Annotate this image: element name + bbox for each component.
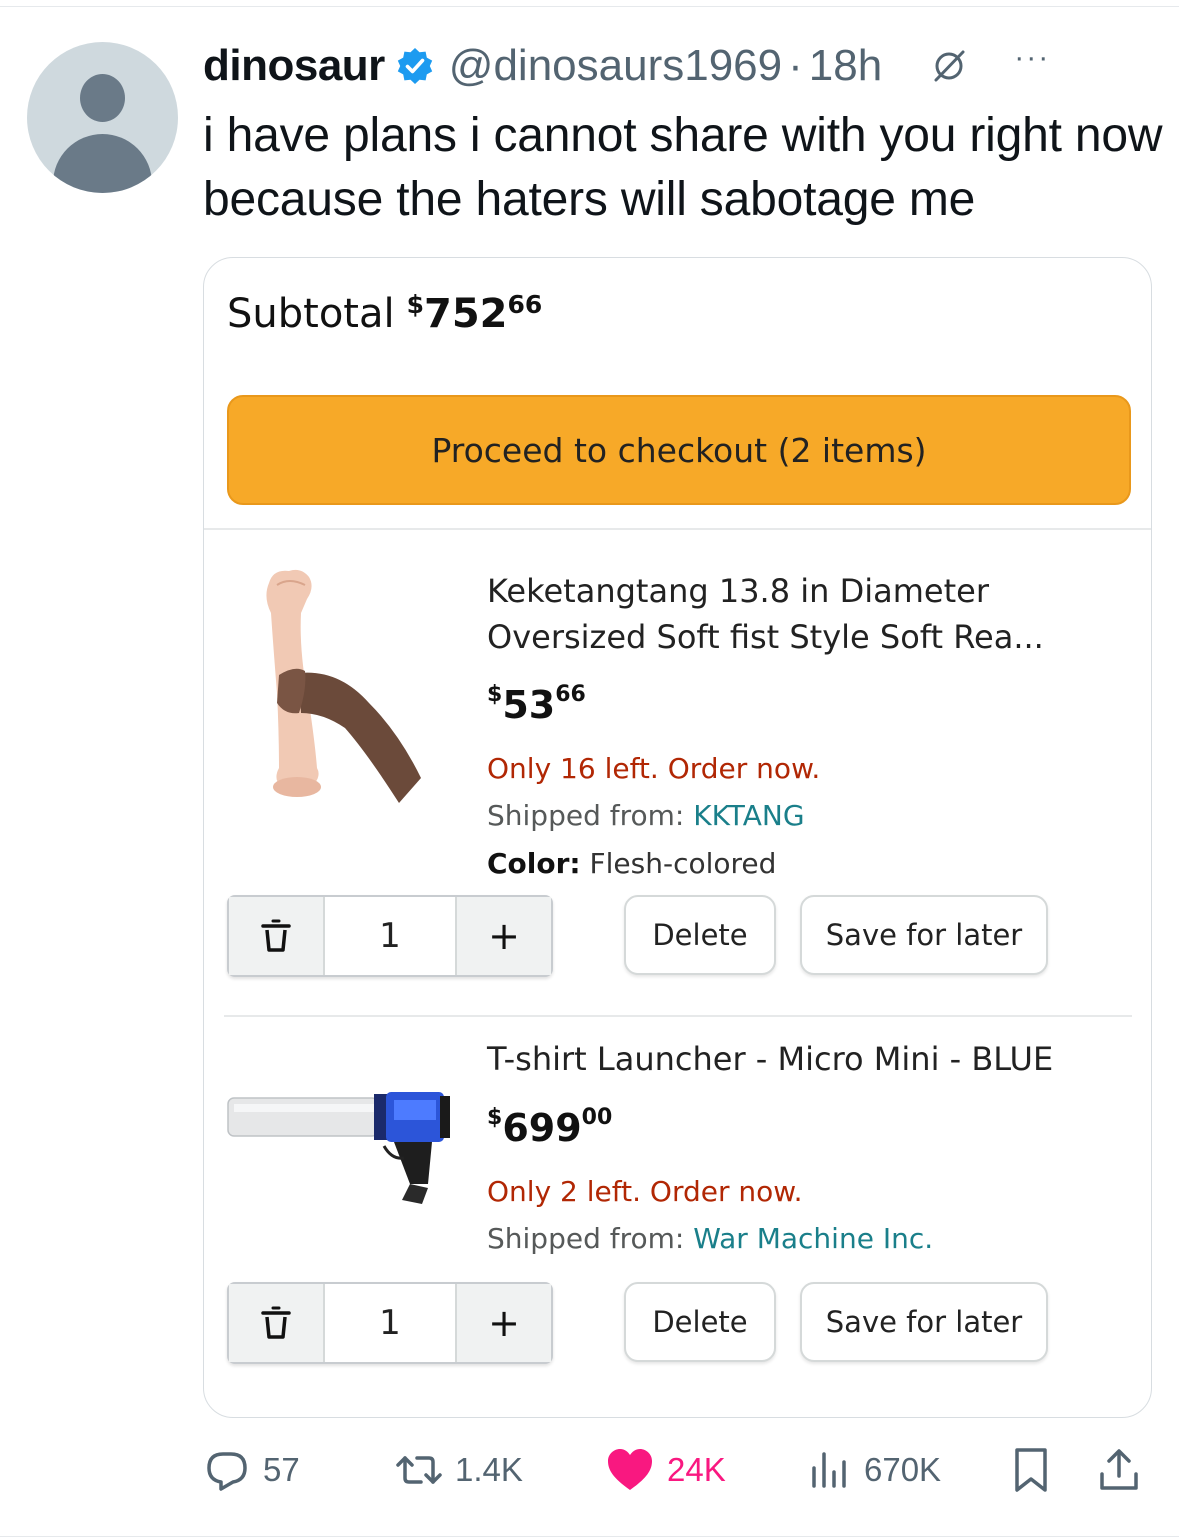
product-image-fist <box>266 569 421 803</box>
seller-link[interactable]: KKTANG <box>693 799 804 832</box>
subtotal-label: Subtotal <box>227 291 395 337</box>
item-price-currency: $ <box>487 682 503 707</box>
subtotal-currency: $ <box>406 290 425 319</box>
shipped-from: Shipped from: War Machine Inc. <box>487 1222 933 1255</box>
like-count: 24K <box>667 1451 726 1488</box>
share-button[interactable] <box>1097 1440 1153 1500</box>
color-value: Flesh-colored <box>580 847 777 880</box>
quantity-stepper[interactable]: 1 + <box>227 1282 553 1364</box>
delete-button[interactable]: Delete <box>624 1282 776 1362</box>
reply-icon <box>207 1452 247 1491</box>
divider <box>224 1015 1132 1017</box>
item-color: Color: Flesh-colored <box>487 847 776 880</box>
avatar[interactable] <box>27 42 178 193</box>
view-count: 670K <box>864 1451 942 1488</box>
subtotal-amount: 752 <box>424 291 508 337</box>
item-price-currency: $ <box>487 1105 503 1130</box>
heart-icon <box>608 1449 652 1490</box>
checkout-button[interactable]: Proceed to checkout (2 items) <box>227 395 1131 505</box>
save-for-later-button[interactable]: Save for later <box>800 895 1048 975</box>
item-price: $ 699 00 <box>487 1103 612 1153</box>
bookmark-button[interactable] <box>1011 1440 1063 1500</box>
subtotal: Subtotal $ 752 66 <box>227 284 542 344</box>
trash-button[interactable] <box>229 897 325 975</box>
top-divider <box>0 6 1179 7</box>
product-image-tshirt-launcher <box>227 1092 450 1204</box>
quantity-value: 1 <box>379 916 401 956</box>
shipped-from-label: Shipped from: <box>487 1222 694 1255</box>
grok-icon[interactable] <box>930 47 968 85</box>
save-for-later-button[interactable]: Save for later <box>800 1282 1048 1362</box>
item-title[interactable]: Keketangtang 13.8 in Diameter Oversized … <box>487 568 1137 660</box>
reply-button[interactable]: 57 <box>203 1440 300 1500</box>
seller-link[interactable]: War Machine Inc. <box>693 1222 933 1255</box>
item-price-amount: 53 <box>502 683 556 727</box>
cart-screenshot-card[interactable]: Subtotal $ 752 66 Proceed to checkout (2… <box>203 257 1152 1418</box>
increase-button[interactable]: + <box>455 897 551 975</box>
increase-button[interactable]: + <box>455 1284 551 1362</box>
shipped-from-label: Shipped from: <box>487 799 694 832</box>
quantity-stepper[interactable]: 1 + <box>227 895 553 977</box>
item-price-cents: 00 <box>581 1105 613 1130</box>
verified-badge-icon <box>397 48 432 84</box>
share-icon <box>1100 1449 1138 1490</box>
repost-icon <box>396 1456 442 1484</box>
author-name[interactable]: dinosaur <box>203 41 385 91</box>
post-time[interactable]: 18h <box>809 41 882 91</box>
divider <box>204 528 1151 530</box>
avatar-body-shape <box>53 134 152 193</box>
views-icon <box>812 1452 846 1488</box>
stock-warning: Only 2 left. Order now. <box>487 1175 803 1208</box>
author-handle[interactable]: @dinosaurs1969 <box>449 41 782 91</box>
item-price: $ 53 66 <box>487 680 586 730</box>
item-title[interactable]: T-shirt Launcher - Micro Mini - BLUE <box>487 1036 1137 1082</box>
bottom-divider <box>0 1536 1179 1537</box>
tweet-text: i have plans i cannot share with you rig… <box>203 109 1163 226</box>
header-separator: · <box>788 41 803 90</box>
tweet-header: dinosaur @dinosaurs1969 · 18h ··· <box>203 38 1163 94</box>
repost-button[interactable]: 1.4K <box>395 1440 523 1500</box>
tweet-actions: 57 1.4K 24K 670K <box>203 1440 1163 1500</box>
more-icon[interactable]: ··· <box>1014 43 1050 73</box>
like-button[interactable]: 24K <box>605 1440 726 1500</box>
color-label: Color: <box>487 847 581 880</box>
shipped-from: Shipped from: KKTANG <box>487 799 805 832</box>
quantity-value: 1 <box>379 1303 401 1343</box>
repost-count: 1.4K <box>455 1451 523 1488</box>
item-price-amount: 699 <box>502 1106 582 1150</box>
trash-icon <box>261 1306 291 1339</box>
item-price-cents: 66 <box>555 682 586 707</box>
stock-warning: Only 16 left. Order now. <box>487 752 821 785</box>
avatar-head-shape <box>80 74 125 122</box>
trash-icon <box>261 919 291 952</box>
reply-count: 57 <box>263 1451 300 1488</box>
trash-button[interactable] <box>229 1284 325 1362</box>
subtotal-cents: 66 <box>507 290 543 319</box>
bookmark-icon <box>1015 1448 1047 1492</box>
delete-button[interactable]: Delete <box>624 895 776 975</box>
views-button[interactable]: 670K <box>808 1440 941 1500</box>
